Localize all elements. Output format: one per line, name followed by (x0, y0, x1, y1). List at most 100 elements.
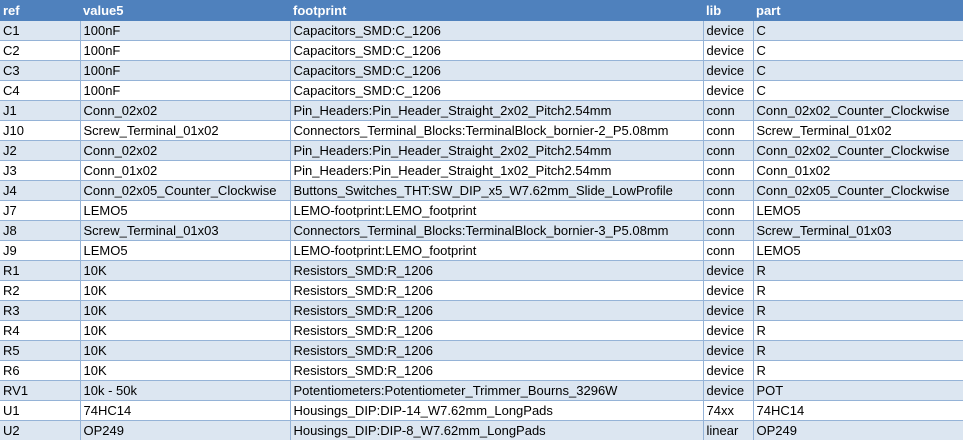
cell-lib[interactable]: device (703, 20, 754, 41)
table-row[interactable]: J1 Conn_02x02 Pin_Headers:Pin_Header_Strai… (0, 100, 963, 121)
table-row[interactable]: J9 LEMO5 LEMO-footprint:LEMO_footprint conn… (0, 240, 963, 261)
cell-value[interactable]: Conn_02x05_Counter_Clockwise (80, 180, 291, 201)
cell-lib[interactable]: device (703, 40, 754, 61)
cell-footprint[interactable]: Housings_DIP:DIP-8_W7.62mm_LongPads (290, 420, 704, 440)
cell-ref[interactable]: R1 (0, 260, 81, 281)
cell-value[interactable]: OP249 (80, 420, 291, 440)
cell-lib[interactable]: device (703, 300, 754, 321)
cell-ref[interactable]: R6 (0, 360, 81, 381)
column-header-lib[interactable]: lib (703, 0, 753, 21)
column-header-part[interactable]: part (753, 0, 963, 21)
cell-part[interactable]: OP249 (753, 420, 963, 440)
cell-part[interactable]: 74HC14 (753, 400, 963, 421)
table-row[interactable]: RV1 10k - 50k Potentiometers:Potentiometer… (0, 380, 963, 401)
cell-ref[interactable]: C1 (0, 20, 81, 41)
cell-ref[interactable]: RV1 (0, 380, 81, 401)
table-row[interactable]: J4 Conn_02x05_Counter_Clockwise Buttons_Sw… (0, 180, 963, 201)
cell-value[interactable]: Conn_02x02 (80, 140, 291, 161)
cell-ref[interactable]: C4 (0, 80, 81, 101)
cell-part[interactable]: R (753, 260, 963, 281)
cell-footprint[interactable]: Resistors_SMD:R_1206 (290, 280, 704, 301)
cell-ref[interactable]: R3 (0, 300, 81, 321)
table-row[interactable]: J8 Screw_Terminal_01x03 Connectors_Termina… (0, 220, 963, 241)
cell-lib[interactable]: conn (703, 240, 754, 261)
column-header-value5[interactable]: value5 (80, 0, 290, 21)
cell-ref[interactable]: J4 (0, 180, 81, 201)
cell-footprint[interactable]: LEMO-footprint:LEMO_footprint (290, 200, 704, 221)
table-row[interactable]: U2 OP249 Housings_DIP:DIP-8_W7.62mm_LongPa… (0, 420, 963, 440)
cell-lib[interactable]: conn (703, 220, 754, 241)
cell-footprint[interactable]: Capacitors_SMD:C_1206 (290, 40, 704, 61)
table-row[interactable]: R2 10K Resistors_SMD:R_1206 device R (0, 280, 963, 301)
cell-ref[interactable]: J1 (0, 100, 81, 121)
table-row[interactable]: J10 Screw_Terminal_01x02 Connectors_Termin… (0, 120, 963, 141)
cell-footprint[interactable]: Resistors_SMD:R_1206 (290, 360, 704, 381)
table-row[interactable]: R3 10K Resistors_SMD:R_1206 device R (0, 300, 963, 321)
cell-footprint[interactable]: Resistors_SMD:R_1206 (290, 300, 704, 321)
cell-part[interactable]: C (753, 60, 963, 81)
cell-lib[interactable]: 74xx (703, 400, 754, 421)
cell-value[interactable]: 10K (80, 320, 291, 341)
table-row[interactable]: J3 Conn_01x02 Pin_Headers:Pin_Header_Strai… (0, 160, 963, 181)
cell-lib[interactable]: conn (703, 200, 754, 221)
cell-footprint[interactable]: Capacitors_SMD:C_1206 (290, 60, 704, 81)
cell-footprint[interactable]: Resistors_SMD:R_1206 (290, 340, 704, 361)
table-row[interactable]: R6 10K Resistors_SMD:R_1206 device R (0, 360, 963, 381)
cell-part[interactable]: Conn_02x02_Counter_Clockwise (753, 100, 963, 121)
cell-footprint[interactable]: Potentiometers:Potentiometer_Trimmer_Bou… (290, 380, 704, 401)
cell-ref[interactable]: J7 (0, 200, 81, 221)
cell-ref[interactable]: J3 (0, 160, 81, 181)
cell-footprint[interactable]: Connectors_Terminal_Blocks:TerminalBlock… (290, 120, 704, 141)
cell-part[interactable]: C (753, 20, 963, 41)
table-row[interactable]: J2 Conn_02x02 Pin_Headers:Pin_Header_Strai… (0, 140, 963, 161)
cell-part[interactable]: C (753, 80, 963, 101)
cell-footprint[interactable]: LEMO-footprint:LEMO_footprint (290, 240, 704, 261)
cell-value[interactable]: 10k - 50k (80, 380, 291, 401)
cell-part[interactable]: C (753, 40, 963, 61)
cell-lib[interactable]: device (703, 280, 754, 301)
cell-value[interactable]: 100nF (80, 40, 291, 61)
cell-footprint[interactable]: Capacitors_SMD:C_1206 (290, 80, 704, 101)
table-row[interactable]: C1 100nF Capacitors_SMD:C_1206 device C (0, 20, 963, 41)
cell-value[interactable]: 10K (80, 280, 291, 301)
cell-part[interactable]: Conn_02x05_Counter_Clockwise (753, 180, 963, 201)
cell-lib[interactable]: device (703, 60, 754, 81)
cell-value[interactable]: 100nF (80, 80, 291, 101)
cell-value[interactable]: 10K (80, 340, 291, 361)
cell-value[interactable]: 100nF (80, 60, 291, 81)
cell-ref[interactable]: R4 (0, 320, 81, 341)
cell-ref[interactable]: C2 (0, 40, 81, 61)
cell-footprint[interactable]: Connectors_Terminal_Blocks:TerminalBlock… (290, 220, 704, 241)
cell-footprint[interactable]: Pin_Headers:Pin_Header_Straight_2x02_Pit… (290, 140, 704, 161)
cell-lib[interactable]: conn (703, 140, 754, 161)
cell-value[interactable]: 74HC14 (80, 400, 291, 421)
table-row[interactable]: U1 74HC14 Housings_DIP:DIP-14_W7.62mm_Long… (0, 400, 963, 421)
table-row[interactable]: C4 100nF Capacitors_SMD:C_1206 device C (0, 80, 963, 101)
cell-footprint[interactable]: Resistors_SMD:R_1206 (290, 260, 704, 281)
cell-ref[interactable]: J9 (0, 240, 81, 261)
cell-lib[interactable]: conn (703, 160, 754, 181)
column-header-footprint[interactable]: footprint (290, 0, 703, 21)
cell-lib[interactable]: device (703, 380, 754, 401)
cell-part[interactable]: Conn_01x02 (753, 160, 963, 181)
table-row[interactable]: C3 100nF Capacitors_SMD:C_1206 device C (0, 60, 963, 81)
table-row[interactable]: R5 10K Resistors_SMD:R_1206 device R (0, 340, 963, 361)
table-row[interactable]: R1 10K Resistors_SMD:R_1206 device R (0, 260, 963, 281)
cell-value[interactable]: Screw_Terminal_01x03 (80, 220, 291, 241)
cell-lib[interactable]: device (703, 80, 754, 101)
cell-value[interactable]: Conn_01x02 (80, 160, 291, 181)
cell-part[interactable]: R (753, 320, 963, 341)
cell-part[interactable]: LEMO5 (753, 240, 963, 261)
cell-value[interactable]: 10K (80, 260, 291, 281)
cell-ref[interactable]: R5 (0, 340, 81, 361)
cell-part[interactable]: Screw_Terminal_01x03 (753, 220, 963, 241)
table-row[interactable]: J7 LEMO5 LEMO-footprint:LEMO_footprint conn… (0, 200, 963, 221)
cell-ref[interactable]: J8 (0, 220, 81, 241)
cell-part[interactable]: R (753, 340, 963, 361)
cell-lib[interactable]: device (703, 340, 754, 361)
cell-value[interactable]: Screw_Terminal_01x02 (80, 120, 291, 141)
cell-footprint[interactable]: Pin_Headers:Pin_Header_Straight_2x02_Pit… (290, 100, 704, 121)
table-row[interactable]: C2 100nF Capacitors_SMD:C_1206 device C (0, 40, 963, 61)
table-row[interactable]: R4 10K Resistors_SMD:R_1206 device R (0, 320, 963, 341)
cell-part[interactable]: Screw_Terminal_01x02 (753, 120, 963, 141)
